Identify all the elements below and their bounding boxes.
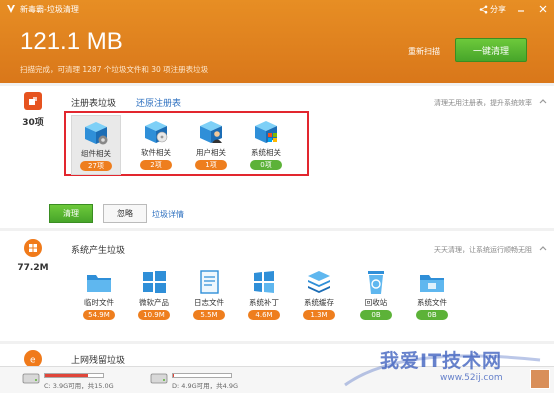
item-badge: 54.9M [83,310,115,320]
patch-icon [254,271,274,293]
item-badge: 10.9M [138,310,170,320]
tab-registry-junk[interactable]: 注册表垃圾 [71,96,116,109]
item-badge: 27项 [80,161,112,171]
item-label: 用户相关 [196,148,226,157]
clean-registry-button[interactable]: 清理 [49,204,93,223]
registry-item-components[interactable]: 组件相关 27项 [71,115,121,175]
collapse-system-button[interactable] [538,243,548,253]
ignore-registry-button[interactable]: 忽略 [103,204,147,223]
tab-restore-registry[interactable]: 还原注册表 [136,96,181,109]
registry-item-software[interactable]: 软件相关 2项 [131,115,181,175]
drive-d-usage-bar [172,373,232,378]
minimize-icon [518,10,524,12]
registry-section: 30项 注册表垃圾 还原注册表 清理无用注册表，提升系统效率 组件相关 27项 … [0,86,554,228]
system-junk-title: 系统产生垃圾 [71,246,126,256]
system-item-microsoft[interactable]: 微软产品 10.9M [129,265,179,325]
registry-item-user[interactable]: 用户相关 1项 [186,115,236,175]
item-badge: 5.5M [193,310,225,320]
system-item-patches[interactable]: 系统补丁 4.6M [239,265,289,325]
registry-hint: 清理无用注册表，提升系统效率 [434,99,532,107]
site-watermark: 我爱IT技术网 www.52ij.com [340,340,550,390]
system-item-cache[interactable]: 系统缓存 1.3M [294,265,344,325]
system-junk-section: 77.2M 系统产生垃圾 天天清理，让系统运行顺畅无阻 临时文件 54.9M 微… [0,231,554,341]
watermark-text: 我爱IT技术网 [380,350,503,372]
system-cube-icon [255,121,277,143]
system-item-logs[interactable]: 日志文件 5.5M [184,265,234,325]
item-badge: 4.6M [248,310,280,320]
item-label: 临时文件 [84,298,114,307]
log-file-icon [200,270,219,294]
windows-logo-icon [24,239,42,257]
item-badge: 0B [416,310,448,320]
item-label: 系统补丁 [249,298,279,307]
one-click-clean-button[interactable]: 一键清理 [455,38,527,62]
folder-icon [87,275,111,292]
hard-drive-icon [150,373,168,384]
share-icon [479,5,488,13]
registry-count: 30项 [22,118,44,128]
junk-detail-link[interactable]: 垃圾详情 [152,209,184,220]
item-label: 系统文件 [417,298,447,307]
item-badge: 0B [360,310,392,320]
drive-d-label: D: 4.9G可用，共4.9G [172,382,239,390]
item-badge: 1项 [195,160,227,170]
item-badge: 1.3M [303,310,335,320]
svg-text:e: e [30,356,36,365]
drive-c-status: C: 3.9G可用，共15.0G [22,371,114,390]
item-label: 微软产品 [139,298,169,307]
component-cube-icon [85,122,108,145]
item-label: 系统相关 [251,148,281,157]
registry-icon [24,92,42,110]
share-label: 分享 [490,4,506,14]
watermark-corner-image [530,369,550,389]
user-cube-icon [200,121,222,143]
item-label: 组件相关 [81,149,111,158]
cache-stack-icon [308,271,330,293]
system-junk-hint: 天天清理，让系统运行顺畅无阻 [434,246,532,254]
chevron-up-icon [539,246,547,251]
drive-c-label: C: 3.9G可用，共15.0G [44,382,114,390]
title-bar: 新毒霸-垃圾清理 分享 [0,0,554,18]
item-label: 日志文件 [194,298,224,307]
header-panel: 新毒霸-垃圾清理 分享 121.1 MB 扫描完成，可清理 1287 个垃圾文件… [0,0,554,83]
drive-c-usage-fill [45,374,88,377]
hard-drive-icon [22,373,40,384]
collapse-registry-button[interactable] [538,96,548,106]
drive-d-usage-fill [173,374,175,377]
item-label: 回收站 [364,298,388,307]
item-badge: 2项 [140,160,172,170]
scan-summary: 扫描完成，可清理 1287 个垃圾文件和 30 项注册表垃圾 [20,65,209,74]
windows-icon [143,271,166,293]
browser-junk-title: 上网残留垃圾 [71,356,126,366]
system-item-system-files[interactable]: 系统文件 0B [407,265,457,325]
item-label: 系统缓存 [304,298,334,307]
system-folder-icon [420,275,444,292]
rescan-link[interactable]: 重新扫描 [408,46,440,57]
app-logo-icon [7,5,15,13]
watermark-url: www.52ij.com [440,373,503,383]
window-title: 新毒霸-垃圾清理 [20,5,79,14]
item-label: 软件相关 [141,148,171,157]
registry-item-system[interactable]: 系统相关 0项 [241,115,291,175]
chevron-up-icon [539,99,547,104]
junk-size-total: 121.1 MB [20,28,123,55]
recycle-bin-icon [368,271,384,294]
drive-d-status: D: 4.9G可用，共4.9G [150,371,238,390]
system-item-temp[interactable]: 临时文件 54.9M [74,265,124,325]
minimize-button[interactable] [514,2,528,16]
window-controls: 分享 [479,2,550,16]
system-item-recycle-bin[interactable]: 回收站 0B [351,265,401,325]
close-icon [539,5,547,13]
drive-c-usage-bar [44,373,104,378]
system-junk-count: 77.2M [17,263,49,273]
close-button[interactable] [536,2,550,16]
item-badge: 0项 [250,160,282,170]
software-cube-icon [145,121,168,143]
share-button[interactable]: 分享 [479,4,506,15]
